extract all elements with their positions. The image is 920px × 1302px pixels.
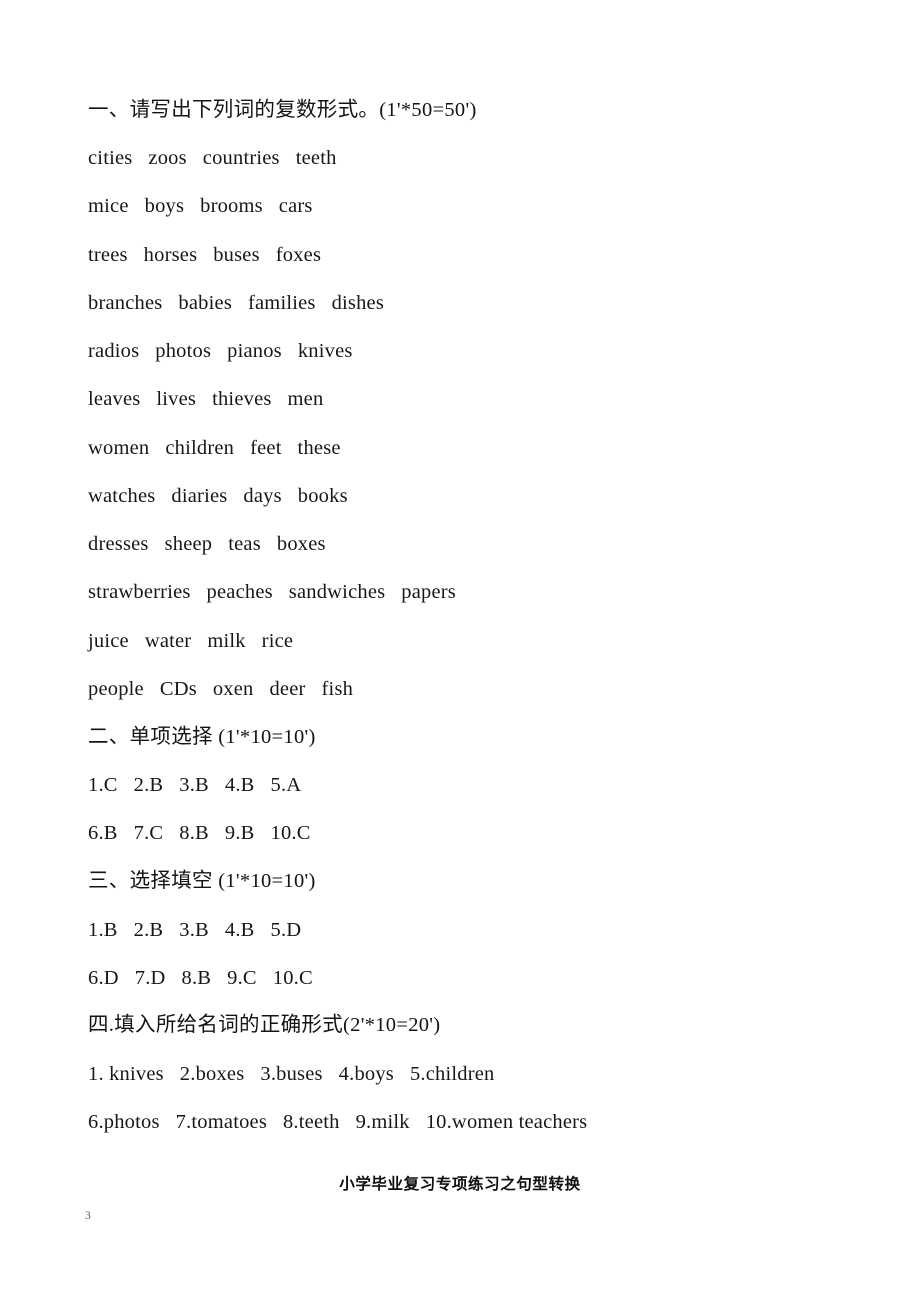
section-1-word-line: trees horses buses foxes: [88, 244, 322, 266]
section-1-word-line: dresses sheep teas boxes: [88, 533, 326, 555]
section-1-word-line: watches diaries days books: [88, 485, 348, 507]
page-number: 3: [85, 1210, 91, 1222]
footer-title: 小学毕业复习专项练习之句型转换: [339, 1176, 581, 1193]
section-1-word-line: branches babies families dishes: [88, 292, 385, 314]
section-4-answer-line: 6.photos 7.tomatoes 8.teeth 9.milk 10.wo…: [88, 1111, 588, 1133]
section-3-answer-line: 1.B 2.B 3.B 4.B 5.D: [88, 919, 302, 941]
section-1-heading: 一、请写出下列词的复数形式。(1'*50=50'): [88, 99, 477, 121]
section-3-answer-line: 6.D 7.D 8.B 9.C 10.C: [88, 967, 313, 989]
document-page: 一、请写出下列词的复数形式。(1'*50=50') cities zoos co…: [0, 0, 920, 1302]
section-4-answer-line: 1. knives 2.boxes 3.buses 4.boys 5.child…: [88, 1063, 495, 1085]
section-1-word-line: mice boys brooms cars: [88, 195, 313, 217]
section-1-word-line: juice water milk rice: [88, 630, 294, 652]
section-1-word-line: radios photos pianos knives: [88, 340, 353, 362]
section-2-answer-line: 6.B 7.C 8.B 9.B 10.C: [88, 822, 311, 844]
section-1-word-line: strawberries peaches sandwiches papers: [88, 581, 456, 603]
section-1-word-line: people CDs oxen deer fish: [88, 678, 354, 700]
section-3-heading: 三、选择填空 (1'*10=10'): [88, 870, 316, 892]
section-2-answer-line: 1.C 2.B 3.B 4.B 5.A: [88, 774, 302, 796]
section-2-heading: 二、单项选择 (1'*10=10'): [88, 726, 316, 748]
section-1-word-line: women children feet these: [88, 437, 341, 459]
section-1-word-line: cities zoos countries teeth: [88, 147, 337, 169]
section-4-heading: 四.填入所给名词的正确形式(2'*10=20'): [88, 1014, 441, 1036]
section-1-word-line: leaves lives thieves men: [88, 388, 324, 410]
